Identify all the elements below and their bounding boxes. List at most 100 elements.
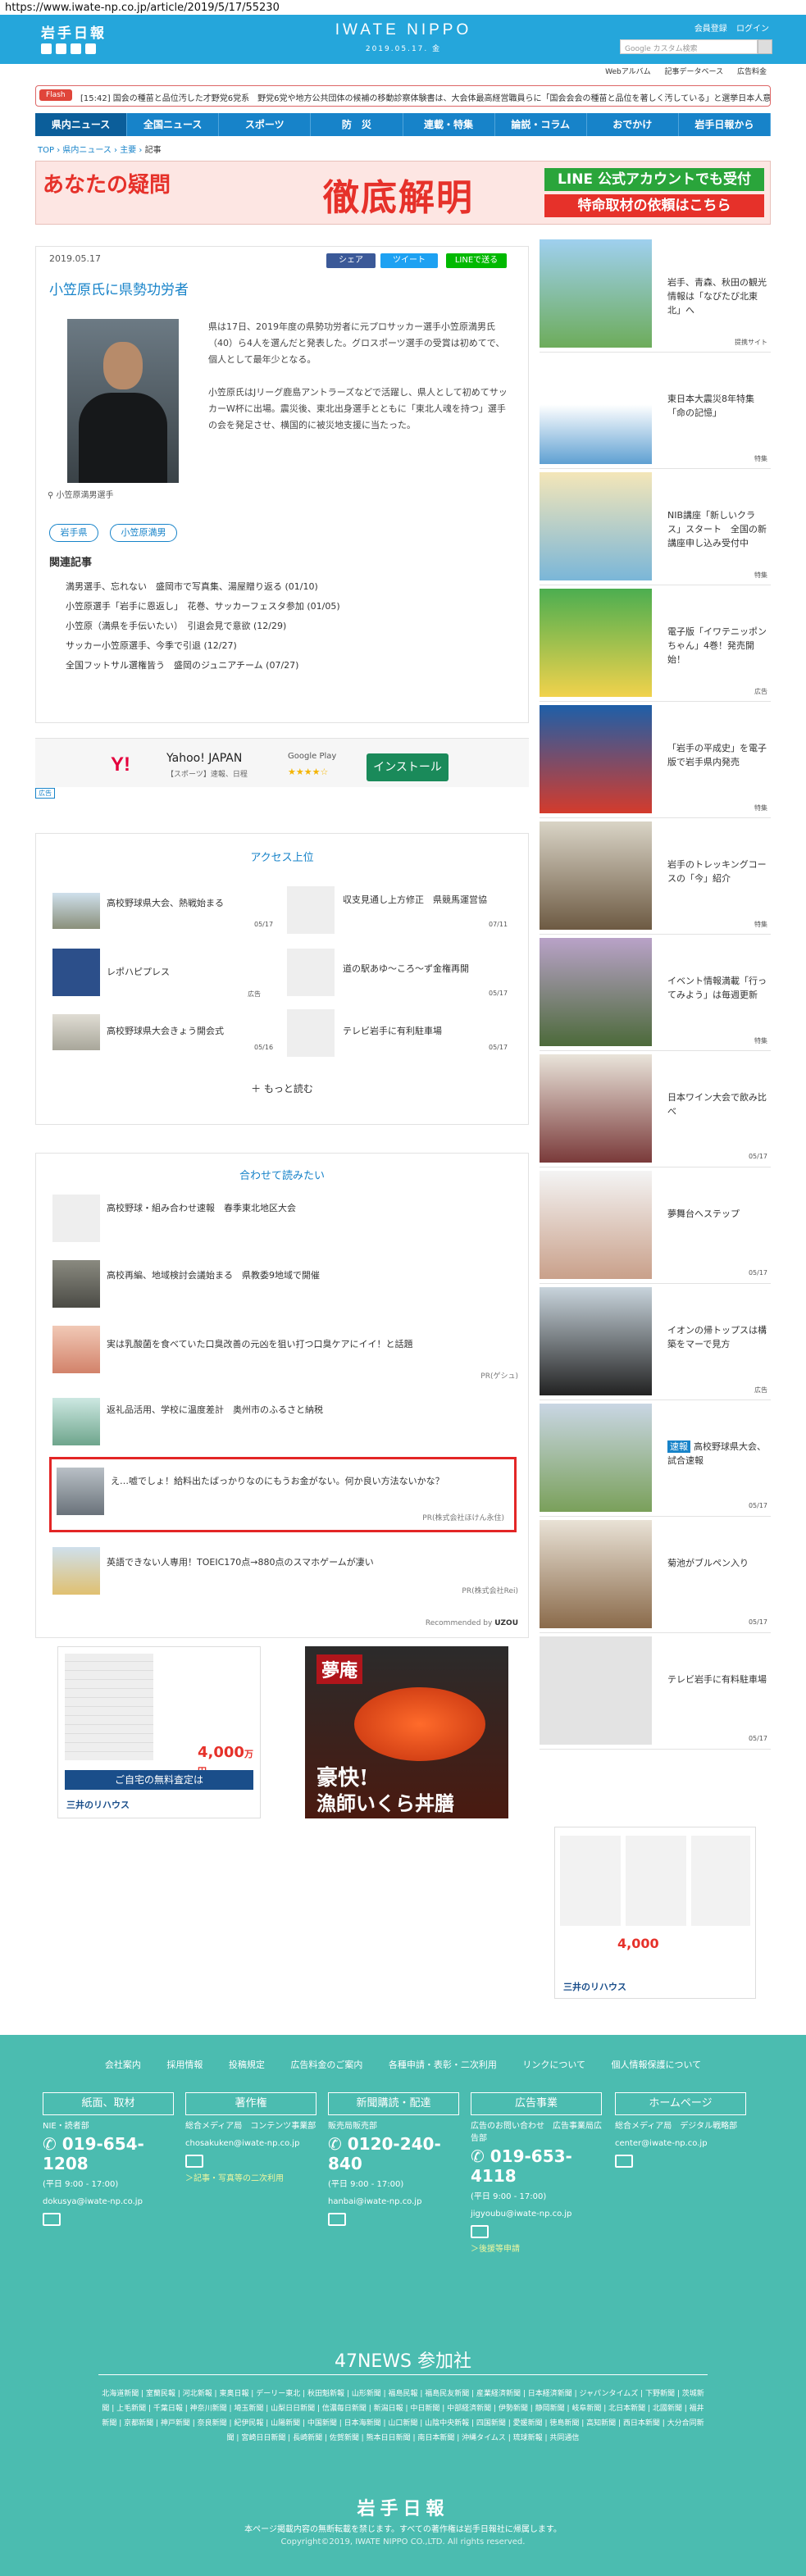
install-button[interactable]: インストール [367, 753, 449, 781]
sidebar-item[interactable]: 夢舞台へステップ 05/17 [540, 1167, 771, 1284]
sidebar-thumb[interactable] [540, 1636, 652, 1745]
flash-news[interactable]: Flash [15:42] 国会の種苗と品位汚した才野党6党系 野党6党や地方公… [35, 85, 771, 107]
footer-link[interactable]: リンクについて [522, 2059, 585, 2070]
subnav-database[interactable]: 記事データベース [665, 68, 724, 76]
sidebar-item[interactable]: 電子版「イワテニッポンちゃん」4巻！発売開始！ 広告 [540, 585, 771, 702]
footer-link[interactable]: 投稿規定 [229, 2059, 265, 2070]
sidebar-title[interactable]: 岩手、青森、秋田の観光情報は「なびたび北東北」へ [667, 275, 767, 317]
sidebar-title[interactable]: イベント情報満載「行ってみよう」は毎週更新 [667, 974, 767, 1002]
member-papers[interactable]: 北海道新聞 | 室蘭民報 | 河北新報 | 東奥日報 | デーリー東北 | 秋田… [98, 2374, 708, 2446]
sidebar-thumb[interactable] [540, 821, 652, 930]
access-thumb[interactable] [52, 949, 100, 996]
app-ad[interactable]: Y! Yahoo! JAPAN 【スポーツ】速報、日程 Google Play … [35, 738, 529, 799]
sidebar-title[interactable]: 「岩手の平成史」を電子版で岩手県内発売 [667, 741, 767, 769]
rec-thumb[interactable] [52, 1260, 100, 1308]
facebook-share-button[interactable]: シェア [326, 253, 376, 268]
sidebar-item[interactable]: 岩手のトレッキングコースの「今」紹介 特集 [540, 818, 771, 935]
nav-sports[interactable]: スポーツ [219, 113, 312, 136]
access-item[interactable]: テレビ岩手に有利駐車場 [343, 1024, 507, 1038]
access-thumb[interactable] [287, 949, 335, 996]
sidebar-thumb[interactable] [540, 589, 652, 697]
sidebar-item[interactable]: NIB講座「新しいクラス」スタート 全国の新講座申し込み受付中 特集 [540, 469, 771, 585]
sidebar-thumb[interactable] [540, 356, 652, 464]
mail-icon[interactable] [328, 2213, 346, 2226]
footer-link[interactable]: 会社案内 [105, 2059, 141, 2070]
rec-item[interactable]: 英語できない人専用！TOEIC170点→880点のスマホゲームが凄い [107, 1555, 374, 1568]
nav-column[interactable]: 論説・コラム [495, 113, 587, 136]
sidebar-title[interactable]: テレビ岩手に有料駐車場 [667, 1673, 767, 1686]
rec-item[interactable]: 高校再編、地域検討会議始まる 県教委9地域で開催 [107, 1268, 320, 1281]
rec-thumb[interactable] [52, 1398, 100, 1445]
site-logo-en[interactable]: IWATE NIPPO [330, 21, 477, 39]
nav-national-news[interactable]: 全国ニュース [127, 113, 220, 136]
rec-item[interactable]: 返礼品活用、学校に温度差計 奥州市のふるさと納税 [107, 1403, 323, 1416]
sidebar-title[interactable]: 岩手のトレッキングコースの「今」紹介 [667, 858, 767, 885]
footer-link[interactable]: 各種申請・表彰・二次利用 [389, 2059, 497, 2070]
access-item[interactable]: レポハピプレス [107, 965, 262, 979]
site-logo[interactable]: 岩手日報 [41, 21, 107, 42]
footer-mail[interactable]: center@iwate-np.co.jp [615, 2137, 746, 2150]
nav-from-nippo[interactable]: 岩手日報から [679, 113, 771, 136]
footer-link[interactable]: 広告料金のご案内 [290, 2059, 362, 2070]
rec-thumb[interactable] [52, 1547, 100, 1595]
footer-logo[interactable]: 岩手日報 [0, 2494, 806, 2520]
mail-icon[interactable] [615, 2155, 633, 2168]
rec-item[interactable]: 高校野球・組み合わせ速報 春季東北地区大会 [107, 1201, 296, 1214]
rss-icon[interactable] [85, 43, 96, 54]
sidebar-item[interactable]: 速報 高校野球県大会、試合速報 05/17 [540, 1400, 771, 1517]
mail-icon[interactable] [43, 2213, 61, 2226]
related-item[interactable]: 小笠原選手「岩手に恩返し」 花巻、サッカーフェスタ参加 (01/05) [66, 599, 340, 612]
footer-link[interactable]: 採用情報 [166, 2059, 203, 2070]
related-item[interactable]: 満男選手、忘れない 盛岡市で写真集、湯屋贈り返る (01/10) [66, 580, 318, 593]
access-thumb[interactable] [52, 1014, 100, 1050]
sidebar-title[interactable]: NIB講座「新しいクラス」スタート 全国の新講座申し込み受付中 [667, 508, 767, 550]
highlight-box[interactable]: え…嘘でしょ！給料出たばっかりなのにもうお金がない。何か良い方法ないかな？ PR… [49, 1457, 517, 1532]
access-item[interactable]: 高校野球県大会、熱戦始まる [107, 896, 262, 910]
search-input[interactable]: Google カスタム検索 [620, 39, 758, 54]
sidebar-thumb[interactable] [540, 705, 652, 813]
tweet-button[interactable]: ツイート [380, 253, 438, 268]
sidebar-thumb[interactable] [540, 472, 652, 580]
related-item[interactable]: 小笠原（満県を手伝いたい） 引退会見で意欲 (12/29) [66, 619, 286, 632]
sidebar-title[interactable]: 夢舞台へステップ [667, 1207, 767, 1221]
access-thumb[interactable] [287, 886, 335, 934]
sidebar-item[interactable]: テレビ岩手に有料駐車場 05/17 [540, 1633, 771, 1750]
ad-mark[interactable]: 広告 [35, 788, 55, 799]
sidebar-title[interactable]: 速報 高校野球県大会、試合速報 [667, 1440, 767, 1468]
flash-text[interactable]: [15:42] 国会の種苗と品位汚した才野党6党系 野党6党や地方公共団体の候補… [80, 94, 770, 103]
subnav-ad[interactable]: 広告料金 [737, 68, 767, 76]
access-item[interactable]: 道の駅あゆ〜ころ〜ず金権再開 [343, 962, 507, 976]
sidebar-thumb[interactable] [540, 1054, 652, 1163]
footer-mail[interactable]: dokusya@iwate-np.co.jp [43, 2196, 174, 2208]
rec-thumb[interactable] [52, 1195, 100, 1242]
sidebar-thumb[interactable] [540, 1287, 652, 1395]
footer-extra-link[interactable]: ＞記事・写真等の二次利用 [185, 2173, 316, 2185]
footer-extra-link[interactable]: ＞後援等申請 [471, 2243, 602, 2255]
sidebar-item[interactable]: イベント情報満載「行ってみよう」は毎週更新 特集 [540, 935, 771, 1051]
more-button[interactable]: ＋ もっと読む [36, 1081, 528, 1095]
rec-thumb[interactable] [57, 1468, 104, 1515]
tag-iwate[interactable]: 岩手県 [49, 524, 98, 542]
access-item[interactable]: 高校野球県大会きょう開会式 [107, 1024, 262, 1038]
sidebar-thumb[interactable] [540, 938, 652, 1046]
footer-mail[interactable]: hanbai@iwate-np.co.jp [328, 2196, 459, 2208]
food-ad[interactable]: 夢庵 豪快! 漁師いくら丼膳 [305, 1646, 508, 1818]
crumb-local[interactable]: 県内ニュース [62, 146, 112, 155]
search-button[interactable] [758, 39, 772, 54]
sidebar-title[interactable]: 菊池がブルペン入り [667, 1556, 767, 1570]
crumb-main[interactable]: 主要 [120, 146, 136, 155]
mail-icon[interactable] [471, 2225, 489, 2238]
access-thumb[interactable] [52, 893, 100, 929]
twitter-icon[interactable] [41, 43, 52, 54]
sidebar-thumb[interactable] [540, 1171, 652, 1279]
article-photo[interactable] [67, 319, 179, 483]
sidebar-item[interactable]: 東日本大震災8年特集「命の記憶」 特集 [540, 353, 771, 469]
realestate-ad[interactable]: 4,000万円 ご自宅の無料査定は 三井のリハウス [57, 1646, 261, 1818]
rec-thumb[interactable] [52, 1326, 100, 1373]
mail-icon[interactable] [185, 2155, 203, 2168]
nav-outing[interactable]: おでかけ [587, 113, 679, 136]
footer-mail[interactable]: jigyoubu@iwate-np.co.jp [471, 2208, 602, 2220]
login-link[interactable]: ログイン [736, 25, 769, 34]
line-icon[interactable] [71, 43, 81, 54]
register-link[interactable]: 会員登録 [694, 25, 727, 34]
